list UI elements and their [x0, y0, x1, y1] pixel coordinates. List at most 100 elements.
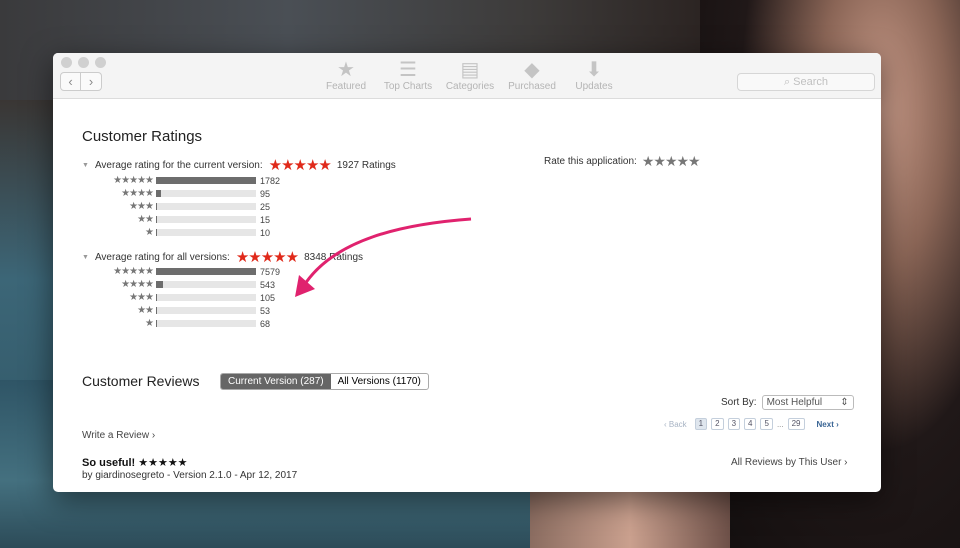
histogram-row: ★★ 15: [81, 213, 270, 226]
disclosure-triangle-icon[interactable]: ▼: [82, 254, 89, 261]
row-stars: ★★: [137, 214, 154, 225]
write-review-link[interactable]: Write a Review ›: [82, 430, 155, 441]
row-count: 105: [260, 292, 276, 303]
next-page-link[interactable]: Next ›: [817, 420, 839, 429]
row-stars: ★: [145, 227, 154, 238]
page-5[interactable]: 5: [760, 418, 773, 430]
annotation-arrow: [295, 217, 472, 297]
current-rating-stars: ★★★★★: [268, 157, 332, 174]
histogram-bar-fill: [156, 281, 164, 288]
histogram-row: ★★★★★ 7579: [81, 265, 280, 278]
current-total: 1927 Ratings: [336, 159, 396, 171]
row-count: 10: [260, 227, 271, 238]
row-stars: ★: [145, 318, 154, 329]
review-stars: ★★★★★: [138, 457, 188, 469]
page-3[interactable]: 3: [727, 418, 741, 430]
back-button[interactable]: ‹: [60, 72, 81, 91]
featured-icon: ★: [337, 59, 355, 81]
close-button[interactable]: [61, 57, 72, 68]
background-legs: [530, 490, 730, 548]
back-page-link[interactable]: ‹ Back: [664, 420, 687, 429]
histogram-row: ★★★★ 543: [81, 278, 275, 291]
toolbar-categories[interactable]: ▤ Categories: [439, 59, 501, 92]
tab-all-versions[interactable]: All Versions (1170): [331, 374, 428, 389]
customer-reviews-title: Customer Reviews: [82, 373, 200, 389]
page-29[interactable]: 29: [787, 418, 805, 430]
forward-button[interactable]: ›: [81, 72, 102, 91]
histogram-bar-track: [156, 307, 256, 314]
row-stars: ★★★★★: [113, 266, 154, 277]
pagination-ellipsis: ...: [776, 419, 784, 429]
row-stars: ★★: [137, 305, 154, 316]
row-count: 95: [260, 188, 271, 199]
row-count: 543: [260, 279, 276, 290]
toolbar-label: Top Charts: [383, 81, 433, 92]
toolbar-label: Updates: [575, 81, 613, 92]
histogram-bar-track: [156, 177, 256, 184]
search-icon: ⌕: [783, 76, 794, 88]
histogram-bar-fill: [156, 320, 157, 327]
toolbar: ‹ › ★ Featured ☰ Top Charts ▤ Categories ◆ Purc…: [53, 53, 881, 99]
rate-app-stars[interactable]: ★★★★★: [642, 153, 701, 170]
purchased-icon: ◆: [524, 59, 540, 81]
histogram-bar-track: [156, 216, 256, 223]
current-histogram: ★★★★★ 1782 ★★★★ 95 ★★★ 25 ★★ 15 ★ 10: [106, 174, 306, 244]
histogram-bar-track: [156, 281, 256, 288]
app-store-window: ‹ › ★ Featured ☰ Top Charts ▤ Categories ◆ Purc…: [53, 53, 881, 492]
minimize-button[interactable]: [78, 57, 89, 68]
row-stars: ★★★★: [121, 279, 154, 290]
histogram-row: ★★★ 25: [81, 200, 270, 213]
histogram-row: ★ 68: [81, 317, 270, 330]
histogram-bar-track: [156, 320, 256, 327]
sort-by-label: Sort By:: [721, 397, 757, 408]
review-title: So useful!: [82, 457, 136, 469]
search-placeholder: Search: [793, 76, 829, 88]
histogram-bar-track: [156, 268, 256, 275]
histogram-row: ★★★★ 95: [81, 187, 270, 200]
review-meta: by giardinosegreto - Version 2.1.0 - Apr…: [82, 470, 298, 481]
histogram-bar-fill: [156, 190, 162, 197]
histogram-bar-fill: [156, 229, 157, 236]
row-count: 25: [260, 201, 271, 212]
histogram-row: ★ 10: [81, 226, 270, 239]
row-count: 15: [260, 214, 271, 225]
page-2[interactable]: 2: [711, 418, 724, 430]
page-1[interactable]: 1: [694, 418, 708, 430]
toolbar-label: Purchased: [508, 81, 556, 92]
histogram-row: ★★★★★ 1782: [81, 174, 280, 187]
toolbar-purchased[interactable]: ◆ Purchased: [501, 59, 563, 92]
zoom-button[interactable]: [95, 57, 106, 68]
histogram-bar-fill: [156, 268, 256, 275]
search-input[interactable]: ⌕ Search: [737, 73, 875, 91]
page-4[interactable]: 4: [744, 418, 757, 430]
all-versions-label: Average rating for all versions:: [94, 251, 230, 263]
top-charts-icon: ☰: [399, 59, 417, 81]
histogram-row: ★★ 53: [81, 304, 270, 317]
row-count: 7579: [260, 266, 281, 277]
all-histogram: ★★★★★ 7579 ★★★★ 543 ★★★ 105 ★★ 53 ★ 68: [106, 265, 306, 335]
toolbar-featured[interactable]: ★ Featured: [315, 59, 377, 92]
row-count: 68: [260, 318, 271, 329]
sort-select[interactable]: Most Helpful ⇕: [761, 395, 854, 410]
histogram-bar-track: [156, 229, 256, 236]
all-reviews-by-user-link[interactable]: All Reviews by This User ›: [731, 457, 848, 468]
histogram-row: ★★★ 105: [81, 291, 275, 304]
current-version-label: Average rating for the current version:: [94, 159, 263, 171]
histogram-bar-track: [156, 190, 256, 197]
histogram-bar-track: [156, 294, 256, 301]
sort-value: Most Helpful: [766, 397, 823, 408]
row-count: 1782: [260, 175, 281, 186]
customer-ratings-title: Customer Ratings: [82, 128, 203, 145]
toolbar-top-charts[interactable]: ☰ Top Charts: [377, 59, 439, 92]
updates-icon: ⬇: [585, 59, 603, 81]
toolbar-label: Categories: [445, 81, 495, 92]
histogram-bar-fill: [156, 294, 158, 301]
row-count: 53: [260, 305, 271, 316]
disclosure-triangle-icon[interactable]: ▼: [82, 162, 89, 169]
window-controls: [61, 57, 106, 68]
histogram-bar-fill: [156, 177, 256, 184]
row-stars: ★★★: [129, 292, 154, 303]
toolbar-label: Featured: [325, 81, 367, 92]
tab-current-version[interactable]: Current Version (287): [221, 374, 331, 389]
toolbar-updates[interactable]: ⬇ Updates: [563, 59, 625, 92]
